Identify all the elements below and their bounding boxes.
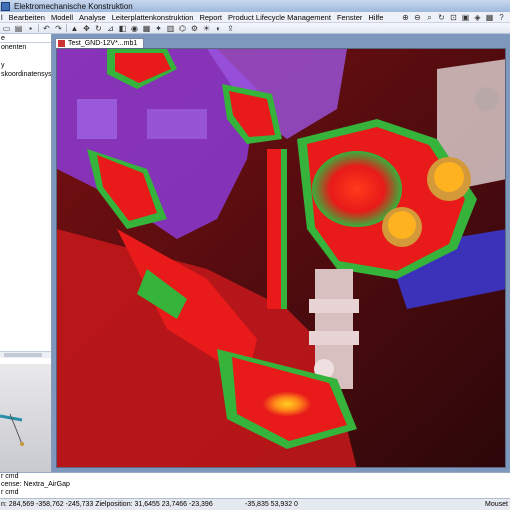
status-bar: n: 284,569 -358,762 -245,733 Zielpositio… (0, 498, 510, 510)
tree-item[interactable]: y (0, 61, 51, 70)
shaft-collar (309, 299, 359, 313)
toolbar-separator (38, 24, 39, 32)
menu-item-partial[interactable]: l (1, 13, 3, 22)
menu-item-report[interactable]: Report (199, 13, 222, 22)
measure-icon[interactable]: ⊿ (106, 24, 115, 33)
probe-icon[interactable]: ✦ (154, 24, 163, 33)
terminal-top (434, 162, 464, 192)
coil-hotspot (252, 386, 322, 422)
housing-cavity (147, 109, 207, 139)
status-mouse: Mouset (485, 501, 508, 508)
rotate-icon[interactable]: ↻ (437, 13, 446, 22)
tree-filter-combo[interactable]: e (0, 34, 51, 43)
menu-item-modell[interactable]: Modell (51, 13, 73, 22)
grid-icon[interactable]: ▦ (485, 13, 494, 22)
window-title: Elektromechanische Konstruktion (14, 1, 133, 11)
combo-value: e (1, 34, 5, 42)
zoom-in-icon[interactable]: ⊕ (401, 13, 410, 22)
tree-item[interactable] (0, 52, 51, 61)
render-icon[interactable]: ◉ (130, 24, 139, 33)
tab-document[interactable]: Test_GND-12V*...mb1 (55, 38, 145, 48)
menu-item-hilfe[interactable]: Hilfe (368, 13, 383, 22)
main-toolbar: ▭ ▤ ▪ ↶ ↷ ▲ ✥ ↻ ⊿ ◧ ◉ ▦ ✦ ▥ ⌬ ⚙ ☀ ◐ ⇪ (0, 23, 510, 34)
output-line: r cmd (1, 473, 19, 480)
viewport-frame: Test_GND-12V*...mb1 (52, 34, 510, 472)
output-console: r cmd cense: Nextra_AirGap r cmd (0, 472, 510, 498)
front-view-icon[interactable]: ▣ (461, 13, 470, 22)
terminal-top (388, 211, 416, 239)
toolbar-separator (66, 24, 67, 32)
tree-item[interactable]: skoordinatensyste (0, 70, 51, 79)
menu-tools: ⊕ ⊖ ⌕ ↻ ⊡ ▣ ◈ ▦ ? (401, 13, 506, 22)
app-icon (1, 1, 10, 11)
green-strip (281, 149, 287, 309)
search-icon[interactable]: ⌕ (425, 13, 434, 22)
tree-scrollbar[interactable] (0, 351, 51, 358)
document-icon (58, 40, 65, 47)
tree-item[interactable]: onenten (0, 43, 51, 52)
undo-icon[interactable]: ↶ (42, 24, 51, 33)
status-coordinates-2: -35,835 53,932 0 (245, 501, 298, 508)
output-line: r cmd (1, 489, 19, 496)
chart-icon[interactable]: ▥ (166, 24, 175, 33)
light-icon[interactable]: ☀ (202, 24, 211, 33)
menu-item-bearbeiten[interactable]: Bearbeiten (9, 13, 45, 22)
color-icon[interactable]: ◐ (214, 24, 223, 33)
menu-item-leiterplatten[interactable]: Leiterplattenkonstruktion (112, 13, 194, 22)
red-strip (267, 149, 281, 309)
housing-cavity (77, 99, 117, 139)
move-icon[interactable]: ✥ (82, 24, 91, 33)
triad-origin (20, 442, 24, 446)
settings-icon[interactable]: ⚙ (190, 24, 199, 33)
export-icon[interactable]: ⇪ (226, 24, 235, 33)
menu-item-plm[interactable]: Product Lifecycle Management (228, 13, 331, 22)
tab-label: Test_GND-12V*...mb1 (68, 40, 138, 47)
shaft-collar (309, 331, 359, 345)
heatmap-render (57, 49, 505, 467)
rotate-tool-icon[interactable]: ↻ (94, 24, 103, 33)
select-icon[interactable]: ▲ (70, 24, 79, 33)
filter-icon[interactable]: ⌬ (178, 24, 187, 33)
status-coordinates: n: 284,569 -358,762 -245,733 Zielpositio… (1, 501, 213, 508)
section-icon[interactable]: ◧ (118, 24, 127, 33)
scrollbar-thumb[interactable] (4, 353, 42, 357)
menu-item-fenster[interactable]: Fenster (337, 13, 362, 22)
model-tree-panel: e onenten y skoordinatensyste (0, 34, 52, 364)
iso-view-icon[interactable]: ◈ (473, 13, 482, 22)
menu-item-analyse[interactable]: Analyse (79, 13, 106, 22)
zoom-out-icon[interactable]: ⊖ (413, 13, 422, 22)
output-line: cense: Nextra_AirGap (1, 481, 70, 488)
menu-bar: l Bearbeiten Modell Analyse Leiterplatte… (0, 12, 510, 23)
orientation-preview[interactable] (0, 364, 52, 472)
new-icon[interactable]: ▭ (2, 24, 11, 33)
save-icon[interactable]: ▪ (26, 24, 35, 33)
open-icon[interactable]: ▤ (14, 24, 23, 33)
redo-icon[interactable]: ↷ (54, 24, 63, 33)
title-bar: Elektromechanische Konstruktion (0, 0, 510, 12)
fit-view-icon[interactable]: ⊡ (449, 13, 458, 22)
mesh-icon[interactable]: ▦ (142, 24, 151, 33)
orientation-triad (0, 413, 24, 446)
3d-viewport[interactable] (56, 48, 506, 468)
help-icon[interactable]: ? (497, 13, 506, 22)
grey-bore (475, 87, 499, 111)
